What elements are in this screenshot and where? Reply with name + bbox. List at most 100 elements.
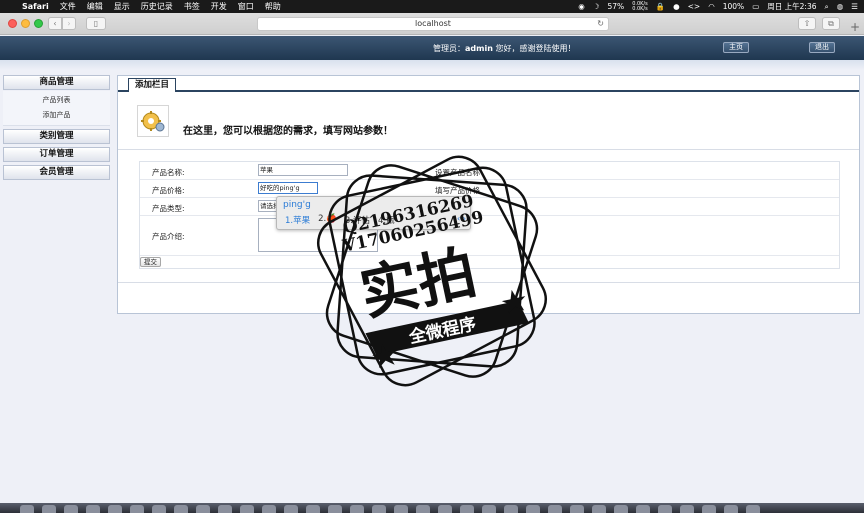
- dock-app-icon[interactable]: [746, 505, 760, 513]
- menu-file[interactable]: 文件: [60, 1, 76, 12]
- menu-view[interactable]: 显示: [114, 1, 130, 12]
- dock-app-icon[interactable]: [328, 505, 342, 513]
- dock-app-icon[interactable]: [724, 505, 738, 513]
- dock-app-icon[interactable]: [306, 505, 320, 513]
- sidebar-group-member[interactable]: 会员管理: [3, 165, 110, 180]
- sidebar-item-add-product[interactable]: 添加产品: [3, 108, 110, 123]
- address-bar[interactable]: localhost ↻: [257, 17, 609, 31]
- dock-app-icon[interactable]: [394, 505, 408, 513]
- dock-app-icon[interactable]: [636, 505, 650, 513]
- menu-edit[interactable]: 编辑: [87, 1, 103, 12]
- sidebar-group-product[interactable]: 商品管理: [3, 75, 110, 90]
- battery-icon[interactable]: ▭: [752, 2, 759, 11]
- menu-develop[interactable]: 开发: [211, 1, 227, 12]
- menu-window[interactable]: 窗口: [238, 1, 254, 12]
- siri-icon[interactable]: ◍: [837, 2, 844, 11]
- sidebar-group-order[interactable]: 订单管理: [3, 147, 110, 162]
- menu-history[interactable]: 历史记录: [141, 1, 173, 12]
- minimize-window-button[interactable]: [21, 19, 30, 28]
- dock-app-icon[interactable]: [152, 505, 166, 513]
- ime-candidate-popup: ping'g 1.苹果 2.🍎 3.评估 4.瓶 ‹ ›: [276, 196, 471, 230]
- welcome-text: 管理员：admin 您好，感谢登陆使用！: [433, 44, 576, 53]
- ime-candidate[interactable]: 3.评估: [345, 214, 370, 226]
- dock-app-icon[interactable]: [218, 505, 232, 513]
- dock-app-icon[interactable]: [130, 505, 144, 513]
- menu-bar: Safari 文件 编辑 显示 历史记录 书签 开发 窗口 帮助 ◉ ☽ 57%…: [0, 0, 864, 13]
- share-icon: ⇧: [803, 19, 811, 28]
- chevron-left-icon: ‹: [53, 19, 57, 28]
- net-speed: 0.0K/s 0.0K/s: [632, 0, 648, 12]
- forward-button[interactable]: ›: [62, 17, 76, 30]
- submit-button[interactable]: 提交: [140, 257, 161, 267]
- record-icon[interactable]: ◉: [578, 2, 585, 11]
- dock-app-icon[interactable]: [680, 505, 694, 513]
- price-hint: 填写产品价格: [435, 186, 480, 195]
- dock-app-icon[interactable]: [482, 505, 496, 513]
- dock-app-icon[interactable]: [416, 505, 430, 513]
- wechat-icon[interactable]: ●: [673, 2, 680, 11]
- reload-icon[interactable]: ↻: [597, 18, 604, 30]
- status-area: ◉ ☽ 57% 0.0K/s 0.0K/s 🔒 ● <> ◠ 100% ▭ 周日 …: [578, 0, 858, 13]
- dock-app-icon[interactable]: [20, 505, 34, 513]
- product-name-input[interactable]: 苹果: [258, 164, 348, 176]
- dock-app-icon[interactable]: [108, 505, 122, 513]
- battery-percent: 57%: [607, 2, 625, 11]
- dock-app-icon[interactable]: [284, 505, 298, 513]
- ime-page-arrows[interactable]: ‹ ›: [457, 214, 466, 223]
- dock-app-icon[interactable]: [460, 505, 474, 513]
- logout-button[interactable]: 退出: [809, 42, 835, 53]
- show-tabs-button[interactable]: ⧉: [822, 17, 840, 30]
- dock-app-icon[interactable]: [64, 505, 78, 513]
- ime-candidate[interactable]: 2.🍎: [318, 214, 337, 226]
- menu-help[interactable]: 帮助: [265, 1, 281, 12]
- sidebar-subgroup-product: 产品列表 添加产品: [3, 91, 110, 126]
- list-icon[interactable]: ☰: [851, 2, 858, 11]
- home-button[interactable]: 主页: [723, 42, 749, 53]
- dock-app-icon[interactable]: [350, 505, 364, 513]
- dock-app-icon[interactable]: [658, 505, 672, 513]
- clock[interactable]: 周日 上午2:36: [767, 1, 816, 12]
- menu-bookmarks[interactable]: 书签: [184, 1, 200, 12]
- ime-candidate[interactable]: 1.苹果: [285, 214, 310, 226]
- sidebar-toggle-button[interactable]: ▯: [86, 17, 106, 30]
- dock-app-icon[interactable]: [702, 505, 716, 513]
- tab-add-column[interactable]: 添加栏目: [128, 78, 177, 92]
- dock-app-icon[interactable]: [526, 505, 540, 513]
- share-button[interactable]: ⇧: [798, 17, 816, 30]
- url-text: localhost: [415, 19, 451, 28]
- back-button[interactable]: ‹: [48, 17, 62, 30]
- menu-app-name[interactable]: Safari: [22, 2, 49, 11]
- wifi-icon[interactable]: ◠: [708, 2, 715, 11]
- lock-icon[interactable]: 🔒: [656, 2, 665, 11]
- search-icon[interactable]: ⌕: [825, 2, 829, 12]
- dock-app-icon[interactable]: [86, 505, 100, 513]
- code-icon[interactable]: <>: [688, 2, 701, 11]
- moon-icon[interactable]: ☽: [593, 2, 600, 11]
- dock-app-icon[interactable]: [504, 505, 518, 513]
- product-price-input[interactable]: 好吃的ping'g: [258, 182, 318, 194]
- close-window-button[interactable]: [8, 19, 17, 28]
- dock-icons: [20, 505, 760, 513]
- new-tab-button[interactable]: +: [846, 13, 864, 35]
- sidebar: 商品管理 产品列表 添加产品 类别管理 订单管理 会员管理: [3, 75, 110, 183]
- dock-app-icon[interactable]: [240, 505, 254, 513]
- sidebar-item-product-list[interactable]: 产品列表: [3, 93, 110, 108]
- sidebar-group-category[interactable]: 类别管理: [3, 129, 110, 144]
- dock-app-icon[interactable]: [592, 505, 606, 513]
- dock-app-icon[interactable]: [372, 505, 386, 513]
- dock-app-icon[interactable]: [438, 505, 452, 513]
- form-row-name: 产品名称: 苹果 设置产品名称: [140, 162, 839, 180]
- dock-app-icon[interactable]: [196, 505, 210, 513]
- zoom-window-button[interactable]: [34, 19, 43, 28]
- dock-app-icon[interactable]: [174, 505, 188, 513]
- sidebar-icon: ▯: [93, 19, 99, 28]
- dock-app-icon[interactable]: [548, 505, 562, 513]
- dock-app-icon[interactable]: [262, 505, 276, 513]
- dock-app-icon[interactable]: [614, 505, 628, 513]
- dock: [0, 503, 864, 513]
- dock-app-icon[interactable]: [42, 505, 56, 513]
- name-hint: 设置产品名称: [435, 168, 480, 177]
- ime-candidate[interactable]: 4.瓶: [378, 214, 395, 226]
- dock-app-icon[interactable]: [570, 505, 584, 513]
- settings-gear-icon: [137, 105, 169, 137]
